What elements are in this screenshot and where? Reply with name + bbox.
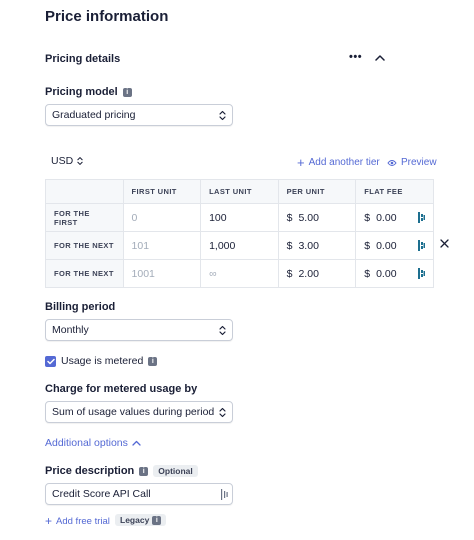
first-unit-input[interactable]: 101 bbox=[122, 231, 202, 260]
billing-period-label: Billing period bbox=[45, 301, 116, 313]
info-icon[interactable]: i bbox=[148, 356, 158, 366]
last-unit-input[interactable]: 1,000 bbox=[200, 231, 279, 260]
optional-badge: Optional bbox=[153, 465, 198, 477]
additional-options-toggle[interactable]: Additional options bbox=[45, 437, 141, 449]
preview-button[interactable]: Preview bbox=[387, 157, 437, 168]
billing-period-select[interactable]: Monthly bbox=[45, 319, 233, 341]
flat-fee-input[interactable]: $0.00 bbox=[355, 231, 434, 260]
tiers-table: FIRST UNIT LAST UNIT PER UNIT FLAT FEE F… bbox=[45, 179, 434, 288]
table-header: LAST UNIT bbox=[200, 179, 279, 204]
more-options-button[interactable]: ••• bbox=[349, 51, 362, 63]
autofill-icon[interactable] bbox=[418, 240, 425, 251]
flat-fee-input[interactable]: $0.00 bbox=[355, 259, 434, 288]
table-row: FOR THE NEXT 101 1,000 $3.00 $0.00 bbox=[45, 231, 434, 260]
tier-row-label: FOR THE FIRST bbox=[45, 203, 124, 232]
pricing-details-title: Pricing details bbox=[45, 53, 121, 65]
per-unit-input[interactable]: $2.00 bbox=[277, 259, 357, 288]
eye-icon bbox=[387, 159, 397, 166]
plus-icon: + bbox=[45, 514, 53, 528]
chevron-updown-icon bbox=[219, 407, 226, 418]
currency-selector[interactable]: USD bbox=[51, 155, 83, 167]
chevron-updown-icon bbox=[77, 157, 83, 165]
first-unit-input[interactable]: 1001 bbox=[122, 259, 202, 288]
table-row: FOR THE FIRST 0 100 $5.00 $0.00 bbox=[45, 203, 434, 232]
last-unit-input[interactable]: ∞ bbox=[200, 259, 279, 288]
check-icon bbox=[46, 358, 55, 364]
text-cursor-icon bbox=[221, 489, 228, 500]
add-free-trial-button[interactable]: + Add free trial bbox=[45, 514, 110, 528]
per-unit-input[interactable]: $3.00 bbox=[277, 231, 357, 260]
usage-metered-checkbox[interactable] bbox=[45, 355, 56, 367]
plus-icon: + bbox=[297, 154, 305, 170]
charge-metered-label: Charge for metered usage by bbox=[45, 383, 198, 395]
autofill-icon[interactable] bbox=[418, 268, 425, 279]
pricing-model-select[interactable]: Graduated pricing bbox=[45, 104, 233, 126]
chevron-updown-icon bbox=[219, 110, 226, 121]
table-header-row: FIRST UNIT LAST UNIT PER UNIT FLAT FEE bbox=[45, 179, 434, 204]
usage-metered-label: Usage is metered bbox=[61, 355, 144, 367]
price-description-input[interactable]: Credit Score API Call bbox=[45, 483, 233, 505]
price-description-label: Price description i Optional bbox=[45, 465, 198, 477]
chevron-up-icon[interactable] bbox=[374, 53, 386, 63]
tier-row-label: FOR THE NEXT bbox=[45, 259, 124, 288]
table-header: FIRST UNIT bbox=[122, 179, 202, 204]
chevron-updown-icon bbox=[219, 325, 226, 336]
pricing-model-label: Pricing model i bbox=[45, 86, 132, 98]
close-icon[interactable] bbox=[440, 239, 449, 248]
tier-row-label: FOR THE NEXT bbox=[45, 231, 124, 260]
table-header: PER UNIT bbox=[277, 179, 357, 204]
table-row: FOR THE NEXT 1001 ∞ $2.00 $0.00 bbox=[45, 259, 434, 288]
autofill-icon[interactable] bbox=[418, 212, 425, 223]
first-unit-input[interactable]: 0 bbox=[122, 203, 202, 232]
last-unit-input[interactable]: 100 bbox=[200, 203, 279, 232]
charge-metered-select[interactable]: Sum of usage values during period bbox=[45, 401, 233, 423]
add-tier-button[interactable]: + Add another tier bbox=[297, 154, 380, 170]
chevron-up-icon bbox=[132, 440, 141, 446]
info-icon[interactable]: i bbox=[139, 466, 149, 476]
usage-metered-row: Usage is metered i bbox=[45, 355, 158, 367]
page-title: Price information bbox=[45, 8, 169, 25]
info-icon: i bbox=[152, 515, 162, 525]
per-unit-input[interactable]: $5.00 bbox=[277, 203, 357, 232]
legacy-badge: Legacy i bbox=[115, 514, 167, 526]
flat-fee-input[interactable]: $0.00 bbox=[355, 203, 434, 232]
info-icon[interactable]: i bbox=[122, 87, 132, 97]
table-header-empty bbox=[45, 179, 124, 204]
table-header: FLAT FEE bbox=[355, 179, 434, 204]
